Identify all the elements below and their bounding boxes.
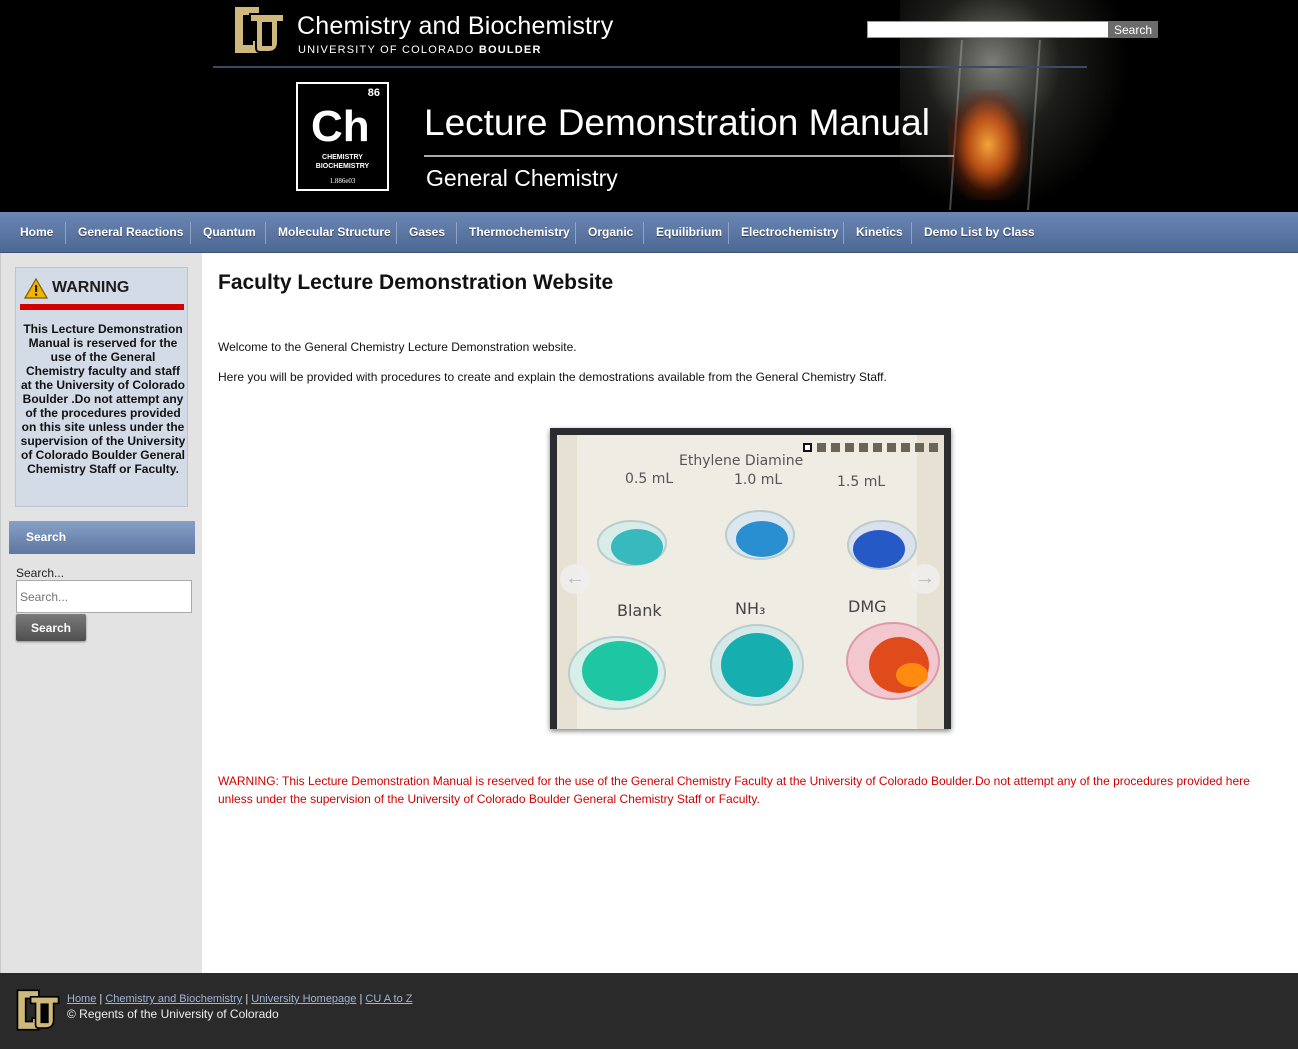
sidebar: WARNING This Lecture Demonstration Manua… bbox=[0, 253, 202, 973]
footer-link-home[interactable]: Home bbox=[67, 993, 96, 1005]
nav-item-organic[interactable]: Organic bbox=[588, 212, 633, 253]
nav-item-gases[interactable]: Gases bbox=[409, 212, 445, 253]
manual-subtitle: General Chemistry bbox=[426, 165, 618, 191]
footer-copyright: © Regents of the University of Colorado bbox=[67, 1007, 279, 1021]
footer-link-chemistry[interactable]: Chemistry and Biochemistry bbox=[105, 993, 242, 1005]
element-mass: 1.886e03 bbox=[329, 177, 356, 185]
slide-label-0-5ml: 0.5 mL bbox=[625, 471, 673, 487]
warning-notice: WARNING: This Lecture Demonstration Manu… bbox=[218, 774, 1250, 806]
manual-title-divider bbox=[424, 155, 954, 157]
beaker-blank bbox=[568, 636, 666, 710]
warning-box: WARNING This Lecture Demonstration Manua… bbox=[15, 267, 188, 507]
nav-separator bbox=[190, 222, 191, 244]
warning-title: WARNING bbox=[52, 279, 130, 296]
university-name-text: UNIVERSITY OF COLORADO bbox=[298, 44, 479, 56]
nav-item-demo-list-by-class[interactable]: Demo List by Class bbox=[924, 212, 1035, 253]
intro-paragraph: Here you will be provided with procedure… bbox=[218, 370, 887, 384]
site-header: Chemistry and Biochemistry UNIVERSITY OF… bbox=[0, 0, 1298, 212]
warning-triangle-icon bbox=[24, 278, 48, 299]
slider-dot-6[interactable] bbox=[873, 443, 882, 452]
element-name-line1: CHEMISTRY bbox=[322, 154, 363, 161]
footer-cu-logo-icon[interactable] bbox=[14, 987, 62, 1033]
slider-dot-7[interactable] bbox=[887, 443, 896, 452]
nav-separator bbox=[643, 222, 644, 244]
nav-item-electrochemistry[interactable]: Electrochemistry bbox=[741, 212, 838, 253]
cu-logo-icon[interactable] bbox=[230, 2, 288, 58]
slider-dot-3[interactable] bbox=[831, 443, 840, 452]
beaker-dmg bbox=[846, 622, 940, 700]
slide-label-ethylene-diamine: Ethylene Diamine bbox=[679, 453, 803, 469]
element-name-line2: BIOCHEMISTRY bbox=[315, 163, 370, 170]
slide-label-dmg: DMG bbox=[848, 597, 887, 616]
page-title: Faculty Lecture Demonstration Website bbox=[218, 271, 614, 294]
nav-item-general-reactions[interactable]: General Reactions bbox=[78, 212, 183, 253]
element-symbol: Ch bbox=[311, 102, 370, 151]
sidebar-search-input[interactable] bbox=[16, 580, 192, 613]
sidebar-search-header: Search bbox=[9, 521, 195, 554]
image-slider[interactable]: Ethylene Diamine 0.5 mL 1.0 mL 1.5 mL Bl… bbox=[550, 428, 951, 729]
slide-label-blank: Blank bbox=[617, 601, 662, 620]
footer-link-university-homepage[interactable]: University Homepage bbox=[251, 993, 356, 1005]
beaker-1-0ml bbox=[725, 510, 795, 560]
university-subtitle: UNIVERSITY OF COLORADO BOULDER bbox=[298, 44, 542, 56]
beaker-nh3 bbox=[710, 624, 804, 706]
warning-red-bar bbox=[20, 304, 184, 310]
sidebar-search-label: Search... bbox=[16, 566, 65, 580]
site-footer: Home | Chemistry and Biochemistry | Univ… bbox=[0, 973, 1298, 1049]
footer-separator: | bbox=[99, 993, 103, 1005]
slider-dot-8[interactable] bbox=[901, 443, 910, 452]
footer-link-cu-a-to-z[interactable]: CU A to Z bbox=[365, 993, 412, 1005]
slider-dot-10[interactable] bbox=[929, 443, 938, 452]
header-search-input[interactable] bbox=[867, 21, 1109, 38]
slider-dot-1[interactable] bbox=[803, 443, 812, 452]
slider-prev-arrow-icon[interactable]: ← bbox=[560, 564, 590, 594]
welcome-paragraph: Welcome to the General Chemistry Lecture… bbox=[218, 340, 577, 354]
nav-separator bbox=[65, 222, 66, 244]
nav-item-molecular-structure[interactable]: Molecular Structure bbox=[278, 212, 391, 253]
slider-dot-9[interactable] bbox=[915, 443, 924, 452]
slide-label-1-0ml: 1.0 mL bbox=[734, 472, 782, 488]
footer-separator: | bbox=[359, 993, 363, 1005]
element-number: 86 bbox=[367, 87, 380, 99]
nav-item-kinetics[interactable]: Kinetics bbox=[856, 212, 903, 253]
nav-item-equilibrium[interactable]: Equilibrium bbox=[656, 212, 722, 253]
nav-separator bbox=[728, 222, 729, 244]
slider-next-arrow-icon[interactable]: → bbox=[910, 564, 940, 594]
nav-separator bbox=[575, 222, 576, 244]
periodic-element-logo: 86 Ch CHEMISTRY BIOCHEMISTRY 1.886e03 bbox=[296, 82, 389, 191]
sidebar-search-button[interactable]: Search bbox=[16, 614, 86, 641]
department-title[interactable]: Chemistry and Biochemistry bbox=[297, 12, 613, 41]
nav-item-home[interactable]: Home bbox=[20, 212, 53, 253]
beaker-0-5ml bbox=[597, 520, 667, 566]
campus-name-text: BOULDER bbox=[478, 44, 542, 56]
warning-text: This Lecture Demonstration Manual is res… bbox=[20, 322, 186, 476]
slider-dot-5[interactable] bbox=[859, 443, 868, 452]
manual-title: Lecture Demonstration Manual bbox=[424, 102, 930, 143]
beakers-photo: Ethylene Diamine 0.5 mL 1.0 mL 1.5 mL Bl… bbox=[557, 435, 944, 729]
slide-label-nh3: NH₃ bbox=[735, 599, 765, 618]
nav-separator bbox=[843, 222, 844, 244]
nav-separator bbox=[911, 222, 912, 244]
slide-label-1-5ml: 1.5 mL bbox=[837, 474, 885, 490]
footer-links: Home | Chemistry and Biochemistry | Univ… bbox=[67, 993, 412, 1005]
beaker-1-5ml bbox=[847, 520, 917, 570]
slider-dot-2[interactable] bbox=[817, 443, 826, 452]
slider-dot-4[interactable] bbox=[845, 443, 854, 452]
nav-separator bbox=[396, 222, 397, 244]
slide-image: Ethylene Diamine 0.5 mL 1.0 mL 1.5 mL Bl… bbox=[557, 435, 944, 729]
footer-separator: | bbox=[245, 993, 249, 1005]
header-flame-image bbox=[948, 90, 1028, 200]
main-content: Faculty Lecture Demonstration Website We… bbox=[202, 253, 1298, 973]
nav-separator bbox=[265, 222, 266, 244]
header-search-button[interactable]: Search bbox=[1108, 21, 1158, 38]
header-divider bbox=[213, 66, 1087, 68]
nav-separator bbox=[456, 222, 457, 244]
nav-item-quantum[interactable]: Quantum bbox=[203, 212, 256, 253]
nav-item-thermochemistry[interactable]: Thermochemistry bbox=[469, 212, 570, 253]
main-navigation: Home General Reactions Quantum Molecular… bbox=[0, 212, 1298, 253]
